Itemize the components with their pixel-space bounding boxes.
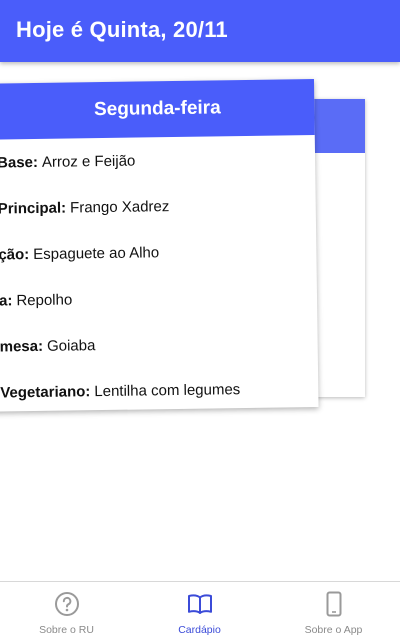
help-circle-icon (54, 592, 79, 616)
menu-item: Principal: Frango Xadrez (0, 181, 316, 232)
menu-item-value: Repolho (16, 290, 73, 309)
app-bar: Hoje é Quinta, 20/11 (0, 0, 400, 62)
menu-item-value: Frango Xadrez (69, 197, 170, 216)
page-title: Hoje é Quinta, 20/11 (16, 17, 228, 42)
bottom-navigation: Sobre o RU Cardápio Sobre o App (0, 581, 400, 637)
menu-item-label: a: (0, 291, 13, 309)
menu-item-value: Lentilha com legumes (94, 380, 241, 400)
nav-item-sobre-ru[interactable]: Sobre o RU (0, 582, 133, 637)
menu-item-label: Vegetariano: (0, 382, 91, 401)
menu-item-label: mesa: (0, 337, 44, 355)
menu-list: Base: Arroz e Feijão Principal: Frango X… (0, 135, 319, 416)
menu-card[interactable]: Segunda-feira Base: Arroz e Feijão Princ… (0, 79, 319, 412)
menu-item: Vegetariano: Lentilha com legumes (0, 365, 319, 416)
menu-item: mesa: Goiaba (0, 319, 318, 370)
book-icon (187, 594, 212, 614)
menu-item-label: Base: (0, 153, 39, 171)
nav-item-sobre-app[interactable]: Sobre o App (267, 582, 400, 637)
menu-card-day-title: Segunda-feira (0, 79, 315, 140)
nav-label: Sobre o RU (39, 624, 94, 636)
menu-item: Base: Arroz e Feijão (0, 135, 315, 186)
menu-item: a: Repolho (0, 273, 317, 324)
menu-item-label: Principal: (0, 199, 67, 217)
menu-item-value: Arroz e Feijão (41, 152, 136, 171)
menu-item-value: Espaguete ao Alho (33, 243, 160, 263)
nav-label: Sobre o App (304, 624, 363, 636)
menu-item-value: Goiaba (46, 336, 96, 355)
menu-item: ção: Espaguete ao Alho (0, 227, 317, 278)
menu-item-label: ção: (0, 245, 30, 263)
nav-item-cardapio[interactable]: Cardápio (133, 582, 266, 637)
phone-icon (326, 591, 341, 617)
nav-label: Cardápio (178, 624, 221, 636)
